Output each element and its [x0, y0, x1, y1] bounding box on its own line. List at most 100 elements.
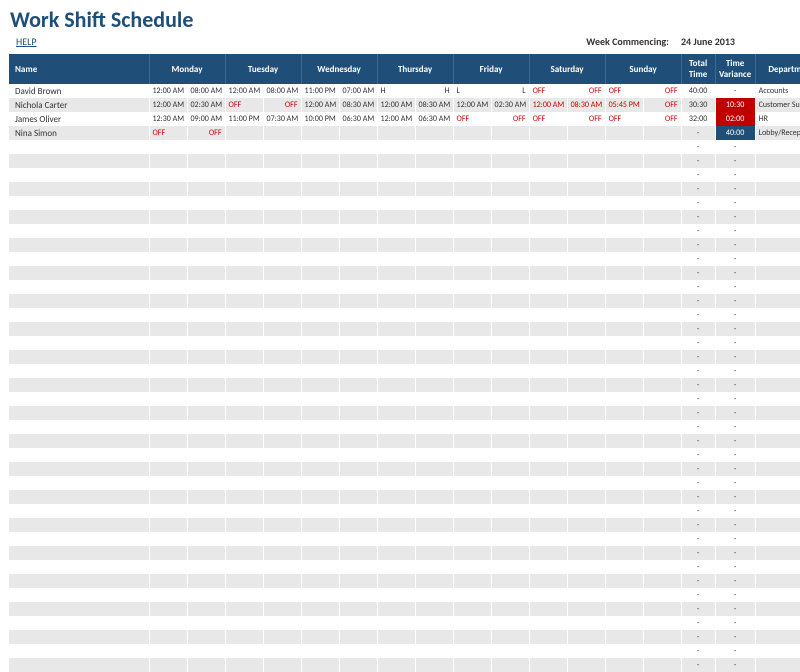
cell-shift: [643, 462, 681, 476]
cell-shift: [149, 532, 187, 546]
cell-shift: [263, 630, 301, 644]
schedule-table: Name Monday Tuesday Wednesday Thursday F…: [9, 54, 800, 672]
cell-shift: [567, 476, 605, 490]
cell-shift: [415, 588, 453, 602]
cell-shift: [415, 658, 453, 672]
cell-shift: [263, 336, 301, 350]
page-title: Work Shift Schedule: [0, 0, 800, 33]
cell-shift: [225, 560, 263, 574]
table-row: Nina SimonOFFOFF-40:00Lobby/Reception: [9, 126, 800, 140]
cell-shift: [263, 560, 301, 574]
cell-shift: [453, 378, 491, 392]
cell-shift: [187, 168, 225, 182]
cell-shift: [605, 168, 643, 182]
cell-shift: [377, 658, 415, 672]
cell-shift: [491, 490, 529, 504]
cell-shift: [301, 364, 339, 378]
cell-shift: [491, 462, 529, 476]
cell-shift: [567, 546, 605, 560]
cell-shift: [567, 252, 605, 266]
cell-shift: [187, 448, 225, 462]
cell-shift: [149, 644, 187, 658]
cell-shift: [567, 574, 605, 588]
cell-department: HR: [755, 112, 800, 126]
col-tuesday: Tuesday: [225, 54, 301, 84]
cell-shift: [453, 532, 491, 546]
cell-shift: [263, 448, 301, 462]
cell-name: [9, 182, 149, 196]
cell-shift: [149, 658, 187, 672]
cell-shift: [377, 252, 415, 266]
cell-name: [9, 434, 149, 448]
cell-shift: [453, 490, 491, 504]
cell-shift: [149, 420, 187, 434]
cell-shift: [453, 294, 491, 308]
cell-shift: [643, 238, 681, 252]
cell-total: -: [681, 336, 715, 350]
cell-total: -: [681, 294, 715, 308]
table-row-empty: --: [9, 406, 800, 420]
cell-shift: [643, 420, 681, 434]
cell-shift: [149, 336, 187, 350]
cell-shift: [149, 294, 187, 308]
cell-shift: [377, 126, 415, 140]
cell-shift: [339, 294, 377, 308]
cell-shift: [567, 392, 605, 406]
cell-shift: [529, 210, 567, 224]
cell-variance: -: [715, 490, 755, 504]
cell-name: [9, 266, 149, 280]
cell-department: [755, 588, 800, 602]
cell-shift: [187, 364, 225, 378]
cell-shift: [529, 420, 567, 434]
cell-department: [755, 210, 800, 224]
cell-shift: 08:30 AM: [339, 98, 377, 112]
table-row-empty: --: [9, 420, 800, 434]
table-row: David Brown12:00 AM08:00 AM12:00 AM08:00…: [9, 84, 800, 98]
cell-shift: [491, 308, 529, 322]
cell-shift: [301, 644, 339, 658]
cell-shift: [301, 294, 339, 308]
cell-shift: [339, 560, 377, 574]
cell-shift: [377, 490, 415, 504]
cell-shift: [301, 392, 339, 406]
cell-shift: [491, 588, 529, 602]
cell-shift: [339, 196, 377, 210]
cell-name: [9, 658, 149, 672]
cell-name: [9, 588, 149, 602]
cell-shift: [605, 210, 643, 224]
cell-shift: [415, 364, 453, 378]
cell-shift: [643, 196, 681, 210]
cell-shift: [491, 266, 529, 280]
cell-name: [9, 224, 149, 238]
table-row-empty: --: [9, 630, 800, 644]
cell-department: [755, 252, 800, 266]
cell-shift: [415, 476, 453, 490]
cell-name: [9, 294, 149, 308]
cell-shift: [339, 630, 377, 644]
cell-shift: 12:00 AM: [529, 98, 567, 112]
cell-shift: [567, 420, 605, 434]
cell-shift: [605, 574, 643, 588]
help-link[interactable]: HELP: [16, 35, 36, 48]
cell-variance: 40:00: [715, 126, 755, 140]
cell-shift: [529, 448, 567, 462]
cell-shift: [225, 532, 263, 546]
cell-shift: [263, 476, 301, 490]
cell-shift: [567, 434, 605, 448]
cell-shift: [187, 630, 225, 644]
cell-shift: OFF: [453, 112, 491, 126]
cell-shift: [301, 616, 339, 630]
col-sunday: Sunday: [605, 54, 681, 84]
cell-shift: [225, 238, 263, 252]
cell-name: [9, 518, 149, 532]
cell-shift: [605, 294, 643, 308]
table-row-empty: --: [9, 490, 800, 504]
cell-shift: [415, 168, 453, 182]
cell-shift: [491, 322, 529, 336]
cell-shift: [301, 322, 339, 336]
cell-shift: OFF: [263, 98, 301, 112]
cell-total: -: [681, 252, 715, 266]
cell-shift: [187, 588, 225, 602]
cell-variance: -: [715, 630, 755, 644]
cell-shift: [567, 308, 605, 322]
